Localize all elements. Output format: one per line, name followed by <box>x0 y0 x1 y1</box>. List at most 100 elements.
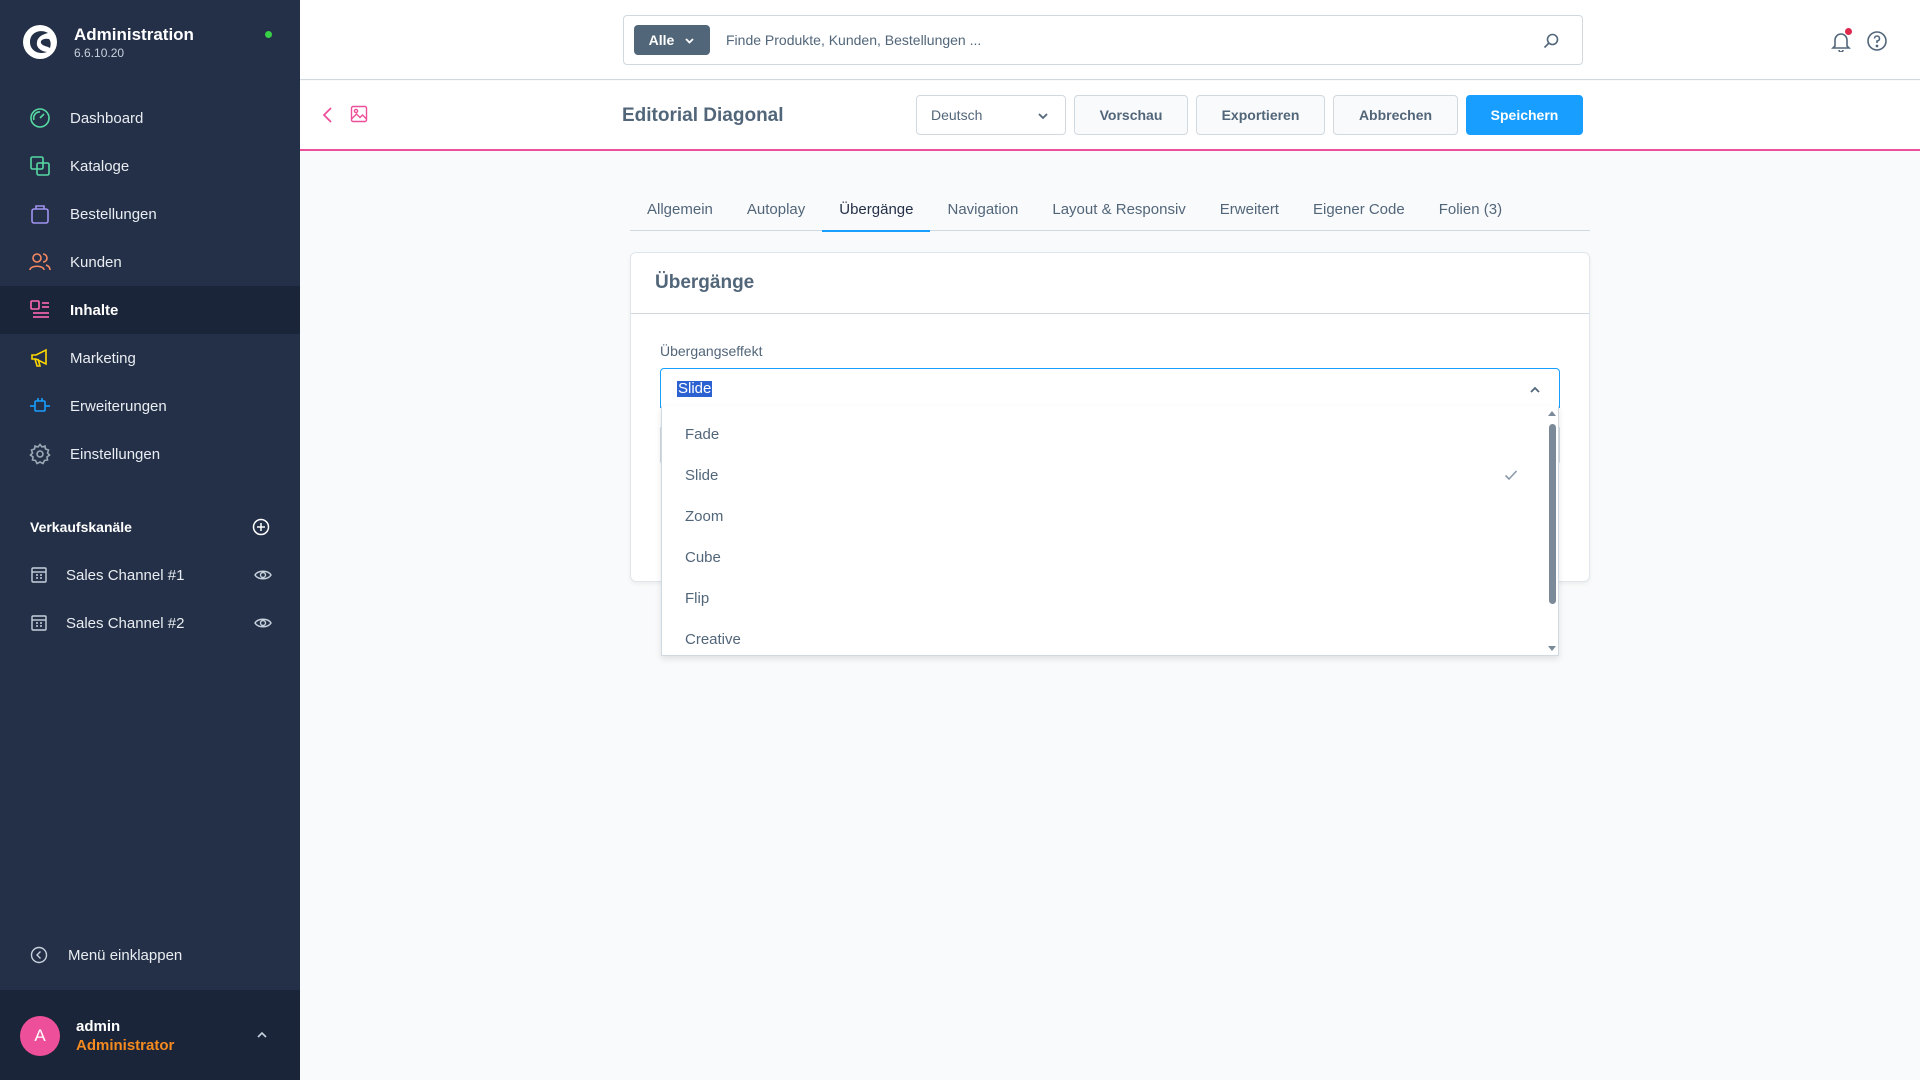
option-label: Cube <box>685 549 721 566</box>
nav-label: Erweiterungen <box>70 397 167 415</box>
chevron-up-icon[interactable] <box>1529 384 1541 396</box>
brand-version: 6.6.10.20 <box>74 45 125 60</box>
sales-channel-label: Sales Channel #2 <box>66 614 185 632</box>
sales-channels-heading: Verkaufskanäle <box>30 518 270 536</box>
user-menu[interactable]: A admin Administrator <box>0 990 300 1080</box>
chevron-left-circle-icon <box>30 946 48 964</box>
option-fade[interactable]: Fade <box>662 414 1558 455</box>
dashboard-icon <box>28 106 52 130</box>
brand[interactable]: Administration 6.6.10.20 <box>22 22 194 62</box>
nav-item-marketing[interactable]: Marketing <box>0 334 300 382</box>
option-zoom[interactable]: Zoom <box>662 496 1558 537</box>
storefront-icon <box>31 615 47 631</box>
scroll-thumb[interactable] <box>1549 424 1556 604</box>
cancel-button[interactable]: Abbrechen <box>1333 95 1458 135</box>
top-bar: Alle <box>300 0 1920 80</box>
scroll-down-arrow[interactable] <box>1548 646 1556 651</box>
page-title: Editorial Diagonal <box>622 105 784 126</box>
nav-item-kataloge[interactable]: Kataloge <box>0 142 300 190</box>
nav-item-inhalte[interactable]: Inhalte <box>0 286 300 334</box>
eye-icon[interactable] <box>254 566 272 584</box>
nav-item-erweiterungen[interactable]: Erweiterungen <box>0 382 300 430</box>
tab-layout-responsiv[interactable]: Layout & Responsiv <box>1035 195 1202 231</box>
tab-autoplay[interactable]: Autoplay <box>730 195 822 231</box>
option-label: Slide <box>685 467 719 484</box>
sidebar: Administration 6.6.10.20 Dashboard Katal… <box>0 0 300 1080</box>
content-icon <box>28 298 52 322</box>
avatar: A <box>20 1016 60 1056</box>
catalog-icon <box>28 154 52 178</box>
tab-navigation[interactable]: Navigation <box>930 195 1035 231</box>
user-name: admin <box>76 1018 121 1035</box>
customers-icon <box>28 250 52 274</box>
search-type-label: Alle <box>648 32 675 48</box>
marketing-icon <box>28 346 52 370</box>
nav-item-kunden[interactable]: Kunden <box>0 238 300 286</box>
option-label: Flip <box>685 590 710 607</box>
option-flip[interactable]: Flip <box>662 578 1558 619</box>
chevron-down-icon <box>1038 113 1048 120</box>
preview-button[interactable]: Vorschau <box>1074 95 1188 135</box>
chevron-down-icon <box>685 37 694 44</box>
nav-label: Einstellungen <box>70 445 161 463</box>
nav-label: Dashboard <box>70 109 144 127</box>
collapse-menu-label: Menü einklappen <box>68 946 183 964</box>
tab-allgemein[interactable]: Allgemein <box>630 195 730 231</box>
nav-label: Kunden <box>70 253 122 271</box>
settings-tabs: Allgemein Autoplay Übergänge Navigation … <box>630 195 1590 232</box>
transition-effect-options: Fade Slide Zoom Cube Flip Creative <box>661 406 1559 656</box>
transition-effect-label: Übergangseffekt <box>660 343 763 359</box>
extensions-icon <box>28 394 52 418</box>
collapse-menu-button[interactable]: Menü einklappen <box>30 946 182 964</box>
option-label: Creative <box>685 631 741 648</box>
option-label: Zoom <box>685 508 724 525</box>
tab-folien[interactable]: Folien (3) <box>1422 195 1519 231</box>
status-indicator <box>265 31 272 38</box>
search-icon[interactable] <box>1542 32 1560 50</box>
back-chevron-icon[interactable] <box>320 106 336 124</box>
checkmark-icon <box>1504 470 1518 481</box>
storefront-icon <box>31 567 47 583</box>
scroll-up-arrow[interactable] <box>1548 411 1556 416</box>
main-navigation: Dashboard Kataloge Bestellungen Kunden I… <box>0 94 300 478</box>
search-type-dropdown[interactable]: Alle <box>634 25 710 55</box>
card-title: Übergänge <box>631 253 1589 314</box>
sales-channel-item[interactable]: Sales Channel #1 <box>30 551 272 599</box>
sales-channel-item[interactable]: Sales Channel #2 <box>30 599 272 647</box>
nav-item-bestellungen[interactable]: Bestellungen <box>0 190 300 238</box>
tab-erweitert[interactable]: Erweitert <box>1203 195 1296 231</box>
notification-badge <box>1845 28 1852 35</box>
smart-bar: Editorial Diagonal Deutsch Vorschau Expo… <box>300 81 1920 151</box>
language-switch[interactable]: Deutsch <box>916 95 1066 135</box>
add-sales-channel-icon[interactable] <box>252 518 270 536</box>
shopware-logo-icon <box>23 25 57 59</box>
sales-channels-title: Verkaufskanäle <box>30 519 132 535</box>
dropdown-scrollbar[interactable] <box>1546 406 1558 655</box>
nav-label: Kataloge <box>70 157 130 175</box>
transition-effect-value[interactable]: Slide <box>677 381 713 397</box>
help-icon[interactable] <box>1866 30 1888 52</box>
nav-item-dashboard[interactable]: Dashboard <box>0 94 300 142</box>
export-button[interactable]: Exportieren <box>1196 95 1325 135</box>
language-label: Deutsch <box>931 107 983 123</box>
tab-uebergaenge[interactable]: Übergänge <box>822 195 931 232</box>
orders-icon <box>28 202 52 226</box>
global-search: Alle <box>623 15 1583 65</box>
nav-item-einstellungen[interactable]: Einstellungen <box>0 430 300 478</box>
nav-label: Inhalte <box>70 301 119 319</box>
option-cube[interactable]: Cube <box>662 537 1558 578</box>
sales-channel-label: Sales Channel #1 <box>66 566 185 584</box>
option-creative[interactable]: Creative <box>662 619 1558 655</box>
settings-icon <box>28 442 52 466</box>
nav-label: Marketing <box>70 349 136 367</box>
tab-eigener-code[interactable]: Eigener Code <box>1296 195 1422 231</box>
option-slide[interactable]: Slide <box>662 455 1558 496</box>
search-input[interactable] <box>726 32 1506 48</box>
user-role: Administrator <box>76 1037 175 1054</box>
eye-icon[interactable] <box>254 614 272 632</box>
nav-label: Bestellungen <box>70 205 157 223</box>
transition-effect-select[interactable]: Slide <box>660 368 1560 408</box>
save-button[interactable]: Speichern <box>1466 95 1583 135</box>
image-icon <box>350 105 368 123</box>
chevron-up-icon[interactable] <box>255 1028 269 1042</box>
